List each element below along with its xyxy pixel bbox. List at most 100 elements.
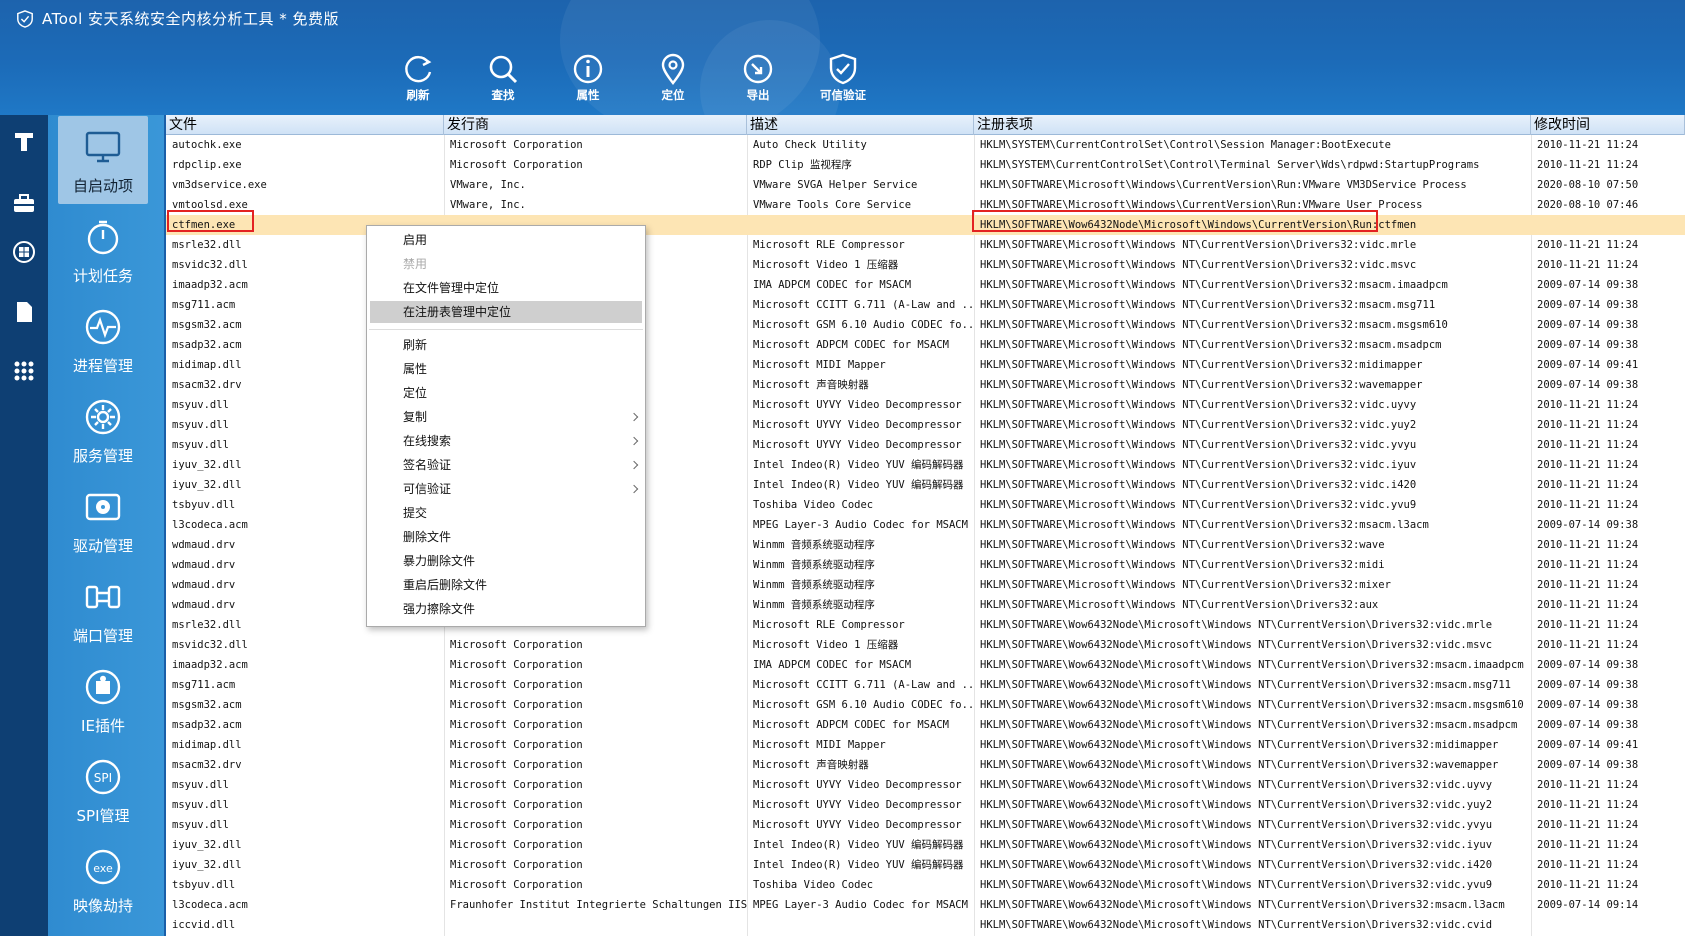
toolbar-button-label: 刷新 (406, 88, 430, 102)
menu-item[interactable]: 提交 (403, 502, 427, 524)
grid-icon (14, 361, 34, 381)
table-cell: 2010-11-21 11:24 (1537, 859, 1639, 871)
menu-item[interactable]: 刷新 (403, 334, 427, 356)
nav-item-plug[interactable]: 端口管理 (58, 566, 148, 654)
table-row[interactable]: vmtoolsd.exe VMware, Inc. VMware Tools Cor… (166, 195, 1685, 215)
table-cell: HKLM\SOFTWARE\Microsoft\Windows NT\Curre… (980, 339, 1442, 351)
table-row[interactable]: msvidc32.dll Microsoft Corporation Microso… (166, 635, 1685, 655)
table-cell: iyuv_32.dll (172, 859, 242, 871)
toolbar-shield-check-button[interactable]: 可信验证 (813, 52, 873, 108)
table-cell: Microsoft RLE Compressor (753, 239, 905, 251)
table-cell: 2010-11-21 11:24 (1537, 539, 1639, 551)
toolbar-location-button[interactable]: 定位 (643, 52, 703, 108)
table-cell (1531, 215, 1685, 235)
menu-item[interactable]: 启用 (403, 229, 427, 251)
column-header[interactable]: 注册表项 (974, 115, 1531, 135)
rail-hammer-button[interactable] (12, 129, 36, 153)
refresh-icon (405, 55, 432, 83)
menu-item[interactable]: 强力擦除文件 (403, 598, 475, 620)
menu-item[interactable]: 属性 (403, 358, 427, 380)
table-cell: Microsoft Corporation (450, 159, 583, 171)
nav-item-exe[interactable]: exe 映像劫持 (58, 836, 148, 924)
table-cell: 2009-07-14 09:38 (1537, 279, 1639, 291)
column-header[interactable]: 描述 (747, 115, 974, 135)
table-cell: vm3dservice.exe (172, 179, 267, 191)
nav-item-timer[interactable]: 计划任务 (58, 206, 148, 294)
rail-toolbox-button[interactable] (12, 191, 36, 215)
table-row[interactable]: msacm32.drv Microsoft Corporation Microsof… (166, 755, 1685, 775)
table-cell: autochk.exe (172, 139, 242, 151)
menu-item[interactable]: 可信验证 (403, 478, 451, 500)
table-cell: 2010-11-21 11:24 (1537, 619, 1639, 631)
toolbar-button-label: 导出 (746, 88, 770, 102)
table-row[interactable]: vm3dservice.exe VMware, Inc. VMware SVGA H… (166, 175, 1685, 195)
nav-item-spi[interactable]: SPI SPI管理 (58, 746, 148, 834)
table-cell: 2009-07-14 09:38 (1537, 699, 1639, 711)
table-cell: 2010-11-21 11:24 (1537, 599, 1639, 611)
rail-grid-button[interactable] (12, 359, 36, 383)
table-cell: Toshiba Video Codec (753, 879, 874, 891)
table-cell: 2009-07-14 09:14 (1537, 899, 1639, 911)
table-cell: HKLM\SOFTWARE\Wow6432Node\Microsoft\Wind… (980, 719, 1518, 731)
menu-item[interactable]: 删除文件 (403, 526, 451, 548)
column-header[interactable]: 发行商 (444, 115, 747, 135)
monitor-icon (85, 131, 121, 163)
table-cell: Microsoft MIDI Mapper (753, 739, 886, 751)
menu-item[interactable]: 在文件管理中定位 (403, 277, 499, 299)
table-cell: Microsoft CCITT G.711 (A-Law and ... (753, 299, 974, 311)
svg-text:exe: exe (93, 862, 113, 875)
table-row[interactable]: imaadp32.acm Microsoft Corporation IMA ADP… (166, 655, 1685, 675)
table-cell: HKLM\SOFTWARE\Microsoft\Windows NT\Curre… (980, 419, 1417, 431)
table-row[interactable]: msyuv.dll Microsoft Corporation Microsoft … (166, 795, 1685, 815)
title-toolbar-area: ATool 安天系统安全内核分析工具 * 免费版 刷新 查找 属性 定位 导出 可信验证 (0, 0, 1685, 115)
table-row[interactable]: autochk.exe Microsoft Corporation Auto Che… (166, 135, 1685, 155)
table-cell: Microsoft Corporation (450, 839, 583, 851)
document-icon (17, 302, 32, 322)
column-header[interactable]: 文件 (166, 115, 444, 135)
table-cell: Microsoft Corporation (450, 799, 583, 811)
table-row[interactable]: msg711.acm Microsoft Corporation Microsoft… (166, 675, 1685, 695)
table-row[interactable]: msgsm32.acm Microsoft Corporation Microsof… (166, 695, 1685, 715)
toolbar-button-label: 查找 (491, 88, 515, 102)
toolbar-refresh-button[interactable]: 刷新 (388, 52, 448, 108)
windows-icon (13, 241, 35, 263)
nav-item-pulse[interactable]: 进程管理 (58, 296, 148, 384)
toolbar-info-button[interactable]: 属性 (558, 52, 618, 108)
toolbar-export-button[interactable]: 导出 (728, 52, 788, 108)
nav-item-label: IE插件 (81, 717, 125, 735)
menu-item[interactable]: 签名验证 (403, 454, 451, 476)
table-row[interactable]: tsbyuv.dll Microsoft Corporation Toshiba V… (166, 875, 1685, 895)
menu-item[interactable]: 在注册表管理中定位 (403, 301, 511, 323)
table-cell: Microsoft GSM 6.10 Audio CODEC fo... (753, 699, 974, 711)
table-row[interactable]: l3codeca.acm Fraunhofer Institut Integrie… (166, 895, 1685, 915)
table-row[interactable]: iyuv_32.dll Microsoft Corporation Intel In… (166, 835, 1685, 855)
plug-icon (85, 585, 121, 609)
table-row[interactable]: iccvid.dll HKLM\SOFTWARE\Wow6432Node\Micr… (166, 915, 1685, 935)
table-row[interactable]: midimap.dll Microsoft Corporation Microsof… (166, 735, 1685, 755)
toolbar-search-button[interactable]: 查找 (473, 52, 533, 108)
rail-windows-button[interactable] (12, 240, 36, 264)
table-cell: HKLM\SOFTWARE\Wow6432Node\Microsoft\Wind… (980, 879, 1493, 891)
table-cell: msg711.acm (172, 679, 236, 691)
chevron-right-icon (629, 412, 639, 422)
nav-item-drive[interactable]: 驱动管理 (58, 476, 148, 564)
menu-item[interactable]: 重启后删除文件 (403, 574, 487, 596)
menu-item[interactable]: 复制 (403, 406, 427, 428)
menu-item[interactable]: 暴力删除文件 (403, 550, 475, 572)
rail-document-button[interactable] (12, 300, 36, 324)
table-cell: Microsoft Corporation (450, 659, 583, 671)
column-header[interactable]: 修改时间 (1531, 115, 1685, 135)
nav-item-monitor[interactable]: 自启动项 (58, 116, 148, 204)
table-cell: 2010-11-21 11:24 (1537, 839, 1639, 851)
table-cell: HKLM\SOFTWARE\Microsoft\Windows NT\Curre… (980, 459, 1417, 471)
nav-item-gear[interactable]: 服务管理 (58, 386, 148, 474)
table-row[interactable]: msyuv.dll Microsoft Corporation Microsoft … (166, 815, 1685, 835)
menu-item[interactable]: 在线搜索 (403, 430, 451, 452)
table-row[interactable]: msadp32.acm Microsoft Corporation Microsof… (166, 715, 1685, 735)
menu-item[interactable]: 定位 (403, 382, 427, 404)
table-row[interactable]: msyuv.dll Microsoft Corporation Microsoft … (166, 775, 1685, 795)
nav-item-puzzle[interactable]: IE插件 (58, 656, 148, 744)
table-cell: HKLM\SOFTWARE\Wow6432Node\Microsoft\Wind… (980, 739, 1499, 751)
table-row[interactable]: iyuv_32.dll Microsoft Corporation Intel In… (166, 855, 1685, 875)
table-row[interactable]: rdpclip.exe Microsoft Corporation RDP Clip… (166, 155, 1685, 175)
